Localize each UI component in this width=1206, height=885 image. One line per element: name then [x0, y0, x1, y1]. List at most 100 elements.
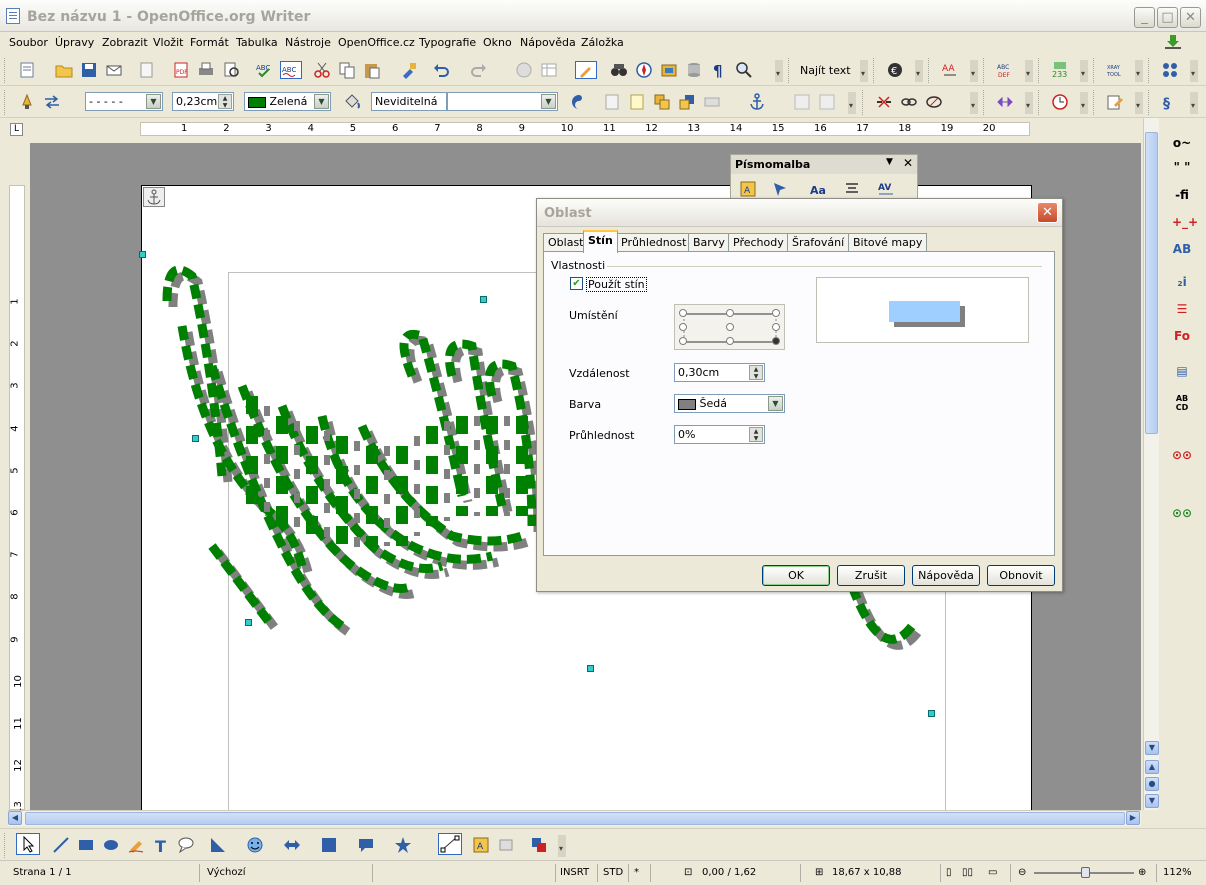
- callouts-icon[interactable]: [357, 836, 375, 854]
- toolbar-overflow-button[interactable]: [1025, 60, 1033, 82]
- xray-tool-icon[interactable]: XRAY TOOL: [1106, 61, 1124, 79]
- fontwork-gallery-icon[interactable]: A: [472, 836, 490, 854]
- toolbar-overflow-button[interactable]: [860, 60, 868, 82]
- ligature-fi-icon[interactable]: -fi: [1172, 188, 1192, 206]
- print-icon[interactable]: [197, 61, 215, 79]
- shadow-position-selector[interactable]: [674, 304, 785, 350]
- send-to-back-icon[interactable]: [678, 93, 696, 111]
- zoom-in-icon[interactable]: ⊕: [1138, 867, 1146, 878]
- export-pdf-icon[interactable]: PDF: [172, 61, 190, 79]
- autospellcheck-icon[interactable]: ABC: [280, 61, 302, 79]
- scroll-left-button[interactable]: ◀: [8, 811, 22, 825]
- chevron-down-icon[interactable]: ▼: [768, 396, 783, 411]
- use-shadow-checkbox[interactable]: ✔: [570, 277, 583, 290]
- tab-barvy[interactable]: Barvy: [688, 233, 730, 252]
- insert-mode[interactable]: INSRT: [560, 867, 589, 878]
- selection-handle[interactable]: [139, 251, 146, 258]
- menu-nastroje[interactable]: Nástroje: [285, 36, 331, 49]
- menu-tabulka[interactable]: Tabulka: [236, 36, 278, 49]
- line-tool-icon[interactable]: [52, 836, 70, 854]
- binoculars-red-icon[interactable]: ⊙⊙: [1172, 448, 1192, 466]
- menu-typografie[interactable]: Typografie: [419, 36, 476, 49]
- download-update-icon[interactable]: [1164, 34, 1182, 52]
- arrow-style-icon[interactable]: [43, 93, 61, 111]
- fo-icon[interactable]: Fo: [1172, 329, 1192, 347]
- minimize-button[interactable]: _: [1134, 7, 1155, 28]
- close-window-button[interactable]: ✕: [1180, 7, 1201, 28]
- zoom-icon[interactable]: [735, 61, 753, 79]
- freeform-tool-icon[interactable]: [127, 836, 145, 854]
- scroll-right-button[interactable]: ▶: [1126, 811, 1140, 825]
- group-icon[interactable]: [793, 93, 811, 111]
- next-page-button[interactable]: ▼: [1145, 794, 1159, 808]
- multi-page-view-icon[interactable]: ▯▯: [962, 867, 973, 878]
- edit-note-icon[interactable]: [1106, 93, 1124, 111]
- from-file-icon[interactable]: [497, 836, 515, 854]
- selection-handle[interactable]: [192, 435, 199, 442]
- position-bottom-right[interactable]: [772, 337, 780, 345]
- zoom-slider-handle[interactable]: [1081, 867, 1090, 878]
- position-top-left[interactable]: [679, 309, 687, 317]
- tab-stop-selector[interactable]: L: [10, 123, 23, 136]
- character-spacing-icon[interactable]: AV: [877, 180, 895, 198]
- find-replace-icon[interactable]: [610, 61, 628, 79]
- show-draw-functions-icon[interactable]: [575, 61, 597, 79]
- position-top-right[interactable]: [772, 309, 780, 317]
- toolbar-overflow-button[interactable]: [1135, 60, 1143, 82]
- tab-srafovani[interactable]: Šrafování: [787, 233, 850, 252]
- selection-handle[interactable]: [480, 296, 487, 303]
- rectangle-tool-icon[interactable]: [77, 836, 95, 854]
- clock-icon[interactable]: [1051, 93, 1069, 111]
- menu-zobrazit[interactable]: Zobrazit: [102, 36, 148, 49]
- select-pointer-icon[interactable]: [16, 833, 40, 855]
- fontwork-gallery-icon[interactable]: A: [739, 180, 757, 198]
- toolbar-overflow-button[interactable]: [558, 835, 566, 857]
- info-icon[interactable]: ₂i: [1172, 275, 1192, 293]
- spinner-icon[interactable]: ▲ ▼: [749, 427, 763, 442]
- toolbar-overflow-button[interactable]: [775, 60, 783, 82]
- wrap-page-icon[interactable]: [628, 93, 646, 111]
- zoom-out-icon[interactable]: ⊖: [1018, 867, 1026, 878]
- help-button[interactable]: Nápověda: [912, 565, 980, 586]
- menu-zalozka[interactable]: Záložka: [581, 36, 624, 49]
- paste-icon[interactable]: [363, 61, 381, 79]
- menu-soubor[interactable]: Soubor: [9, 36, 48, 49]
- quote-icon[interactable]: " ": [1172, 160, 1192, 178]
- vertical-ruler[interactable]: 1 2 3 4 5 6 7 8 9 10 11 12 13: [9, 185, 25, 814]
- formatting-marks-icon[interactable]: ¶: [710, 61, 728, 79]
- single-page-view-icon[interactable]: ▯: [946, 867, 952, 878]
- use-shadow-label[interactable]: Použít stín: [586, 277, 647, 292]
- dialog-close-button[interactable]: ✕: [1037, 202, 1058, 223]
- toolbar-overflow-button[interactable]: [1135, 92, 1143, 114]
- page-style[interactable]: Výchozí: [207, 867, 245, 878]
- position-center[interactable]: [726, 323, 734, 331]
- spinner-icon[interactable]: ▲ ▼: [218, 94, 232, 109]
- horizontal-ruler[interactable]: 1 2 3 4 5 6 7 8 9 10 11 12 13 14 15 16 17 18 19 20: [140, 122, 1030, 136]
- chevron-down-icon[interactable]: ▼: [886, 157, 893, 167]
- redo-icon[interactable]: [470, 61, 488, 79]
- extension-icon[interactable]: [1161, 61, 1179, 79]
- edit-file-icon[interactable]: [138, 61, 156, 79]
- fontwork-shape-icon[interactable]: [771, 180, 789, 198]
- new-document-icon[interactable]: [18, 61, 36, 79]
- area-style-select[interactable]: Neviditelná: [371, 92, 447, 111]
- extrusion-icon[interactable]: [530, 836, 548, 854]
- menu-openoffice-cz[interactable]: OpenOffice.cz: [338, 36, 415, 49]
- menu-format[interactable]: Formát: [190, 36, 229, 49]
- toolbar-overflow-button[interactable]: [1190, 60, 1198, 82]
- line-color-select[interactable]: Zelená ▼: [244, 92, 331, 111]
- table-lines-icon[interactable]: ☰: [1172, 302, 1192, 320]
- area-fill-bucket-icon[interactable]: [343, 93, 361, 111]
- toolbar-overflow-button[interactable]: [915, 60, 923, 82]
- same-letter-heights-icon[interactable]: Aa: [809, 180, 827, 198]
- transparency-input[interactable]: 0% ▲ ▼: [674, 425, 765, 444]
- scroll-down-button[interactable]: ▼: [1145, 741, 1159, 755]
- sort-ab-icon[interactable]: AB: [1172, 242, 1192, 260]
- flowchart-icon[interactable]: [320, 836, 338, 854]
- abcd-icon[interactable]: AB CD: [1172, 394, 1192, 412]
- vertical-scrollbar[interactable]: ▼ ▲ ● ▼: [1143, 118, 1159, 810]
- cut-icon[interactable]: [313, 61, 331, 79]
- autocorrect-icon[interactable]: ABC DEF: [996, 61, 1014, 79]
- print-preview-icon[interactable]: [222, 61, 240, 79]
- ok-button[interactable]: OK: [762, 565, 830, 586]
